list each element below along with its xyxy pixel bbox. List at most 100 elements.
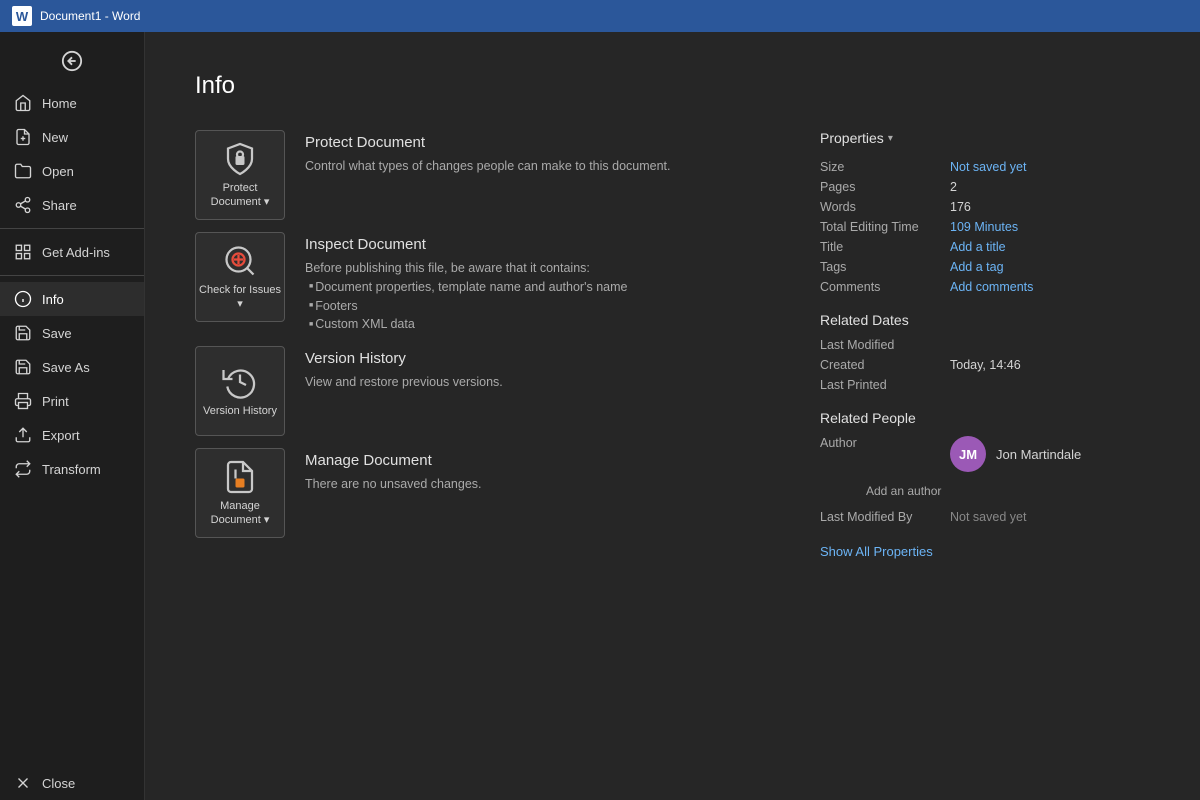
word-app-icon: W [12,6,32,26]
manage-document-item: Manage Document ▾ Manage Document There … [195,448,760,538]
version-history-info: Version History View and restore previou… [305,346,760,392]
sidebar-export-label: Export [42,428,80,443]
prop-label-created: Created [820,358,950,372]
sidebar-item-share[interactable]: Share [0,188,144,222]
export-icon [14,426,32,444]
sidebar-item-home[interactable]: Home [0,86,144,120]
prop-row-last-modified-by: Last Modified By Not saved yet [820,510,1150,524]
window-title: Document1 - Word [40,9,140,23]
prop-label-size: Size [820,160,950,174]
transform-icon [14,460,32,478]
show-all-properties-link[interactable]: Show All Properties [820,544,933,559]
sidebar-item-save-as[interactable]: Save As [0,350,144,384]
sidebar-open-label: Open [42,164,74,179]
content-area: Protect Document ▾ Protect Document Cont… [195,130,1150,561]
prop-label-tags: Tags [820,260,950,274]
save-icon [14,324,32,342]
inspect-document-list: Document properties, template name and a… [305,278,760,334]
sidebar-save-as-label: Save As [42,360,90,375]
save-as-icon [14,358,32,376]
protect-document-desc: Control what types of changes people can… [305,157,760,176]
protect-document-button[interactable]: Protect Document ▾ [195,130,285,220]
inspect-document-info: Inspect Document Before publishing this … [305,232,760,334]
sidebar-info-label: Info [42,292,64,307]
sidebar-item-save[interactable]: Save [0,316,144,350]
inspect-document-icon-label: Check for Issues ▾ [196,283,284,312]
list-item: Custom XML data [309,315,760,334]
close-icon [14,774,32,792]
manage-document-button[interactable]: Manage Document ▾ [195,448,285,538]
prop-label-last-modified: Last Modified [820,338,950,352]
sidebar-print-label: Print [42,394,69,409]
version-history-icon [222,364,258,400]
prop-row-pages: Pages 2 [820,180,1150,194]
sidebar-transform-label: Transform [42,462,101,477]
prop-row-last-modified: Last Modified [820,338,1150,352]
prop-value-pages: 2 [950,180,957,194]
prop-row-tags: Tags Add a tag [820,260,1150,274]
share-icon [14,196,32,214]
prop-label-pages: Pages [820,180,950,194]
prop-value-editing-time: 109 Minutes [950,220,1018,234]
author-block: JM Jon Martindale [950,436,1081,476]
properties-header: Properties ▾ [820,130,1150,146]
sidebar-item-info[interactable]: Info [0,282,144,316]
prop-row-last-printed: Last Printed [820,378,1150,392]
sidebar-item-export[interactable]: Export [0,418,144,452]
prop-label-editing-time: Total Editing Time [820,220,950,234]
prop-value-created: Today, 14:46 [950,358,1021,372]
app-body: Home New Open Sha [0,32,1200,800]
protect-document-title: Protect Document [305,134,760,151]
prop-row-words: Words 176 [820,200,1150,214]
sidebar-item-open[interactable]: Open [0,154,144,188]
protect-document-item: Protect Document ▾ Protect Document Cont… [195,130,760,220]
new-icon [14,128,32,146]
protect-document-icon [222,141,258,177]
manage-document-title: Manage Document [305,452,760,469]
prop-label-author: Author [820,436,950,476]
sidebar-add-ins-label: Get Add-ins [42,245,110,260]
prop-row-created: Created Today, 14:46 [820,358,1150,372]
prop-row-comments: Comments Add comments [820,280,1150,294]
add-author-link[interactable]: Add an author [866,484,1150,498]
sidebar-bottom: Close [0,766,144,800]
properties-chevron-icon: ▾ [888,133,893,144]
open-icon [14,162,32,180]
prop-row-editing-time: Total Editing Time 109 Minutes [820,220,1150,234]
actions-column: Protect Document ▾ Protect Document Cont… [195,130,760,561]
sidebar-item-close[interactable]: Close [0,766,144,800]
prop-label-comments: Comments [820,280,950,294]
sidebar-close-label: Close [42,776,75,791]
sidebar-divider [0,228,144,229]
inspect-document-button[interactable]: Check for Issues ▾ [195,232,285,322]
list-item: Document properties, template name and a… [309,278,760,297]
back-button[interactable] [0,40,144,82]
sidebar-item-get-add-ins[interactable]: Get Add-ins [0,235,144,269]
prop-row-title: Title Add a title [820,240,1150,254]
manage-document-info: Manage Document There are no unsaved cha… [305,448,760,494]
properties-title: Properties [820,130,884,146]
sidebar-save-label: Save [42,326,72,341]
sidebar-item-print[interactable]: Print [0,384,144,418]
version-history-title: Version History [305,350,760,367]
main-content: Info Protect Document ▾ Protect [145,32,1200,800]
prop-row-author: Author JM Jon Martindale [820,436,1150,476]
inspect-document-desc: Before publishing this file, be aware th… [305,259,760,334]
version-history-button[interactable]: Version History [195,346,285,436]
sidebar-item-transform[interactable]: Transform [0,452,144,486]
protect-document-icon-label: Protect Document ▾ [196,181,284,210]
prop-value-title[interactable]: Add a title [950,240,1006,254]
prop-value-words: 176 [950,200,971,214]
prop-label-words: Words [820,200,950,214]
version-history-icon-label: Version History [203,404,277,418]
back-arrow-icon [61,50,83,72]
info-icon [14,290,32,308]
prop-value-tags[interactable]: Add a tag [950,260,1004,274]
protect-document-info: Protect Document Control what types of c… [305,130,760,176]
sidebar-item-new[interactable]: New [0,120,144,154]
page-title: Info [195,72,1150,100]
sidebar: Home New Open Sha [0,32,145,800]
author-row: JM Jon Martindale [950,436,1081,472]
inspect-document-icon [222,243,258,279]
prop-value-comments[interactable]: Add comments [950,280,1033,294]
